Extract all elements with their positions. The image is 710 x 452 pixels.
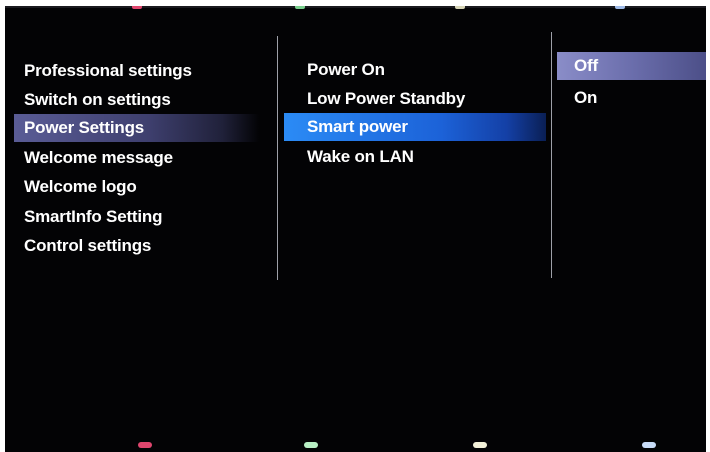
menu-item-smartinfo-setting[interactable]: SmartInfo Setting — [14, 203, 259, 231]
menu-item-welcome-message[interactable]: Welcome message — [14, 144, 259, 172]
submenu-item-power-on[interactable]: Power On — [284, 56, 546, 84]
top-edge-strip — [5, 6, 706, 8]
top-green-key-hint — [295, 6, 305, 9]
top-red-key-hint — [132, 6, 142, 9]
menu-item-label: Welcome logo — [24, 177, 137, 196]
submenu-item-low-power-standby[interactable]: Low Power Standby — [284, 85, 546, 113]
green-key-indicator — [304, 442, 318, 448]
menu-item-label: Professional settings — [24, 61, 192, 80]
column-divider-2 — [551, 32, 552, 278]
top-yellow-key-hint — [455, 6, 465, 9]
menu-item-welcome-logo[interactable]: Welcome logo — [14, 173, 259, 201]
option-label: On — [574, 88, 598, 107]
menu-item-label: SmartInfo Setting — [24, 207, 163, 226]
blue-key-indicator — [642, 442, 656, 448]
yellow-key-indicator — [473, 442, 487, 448]
option-on[interactable]: On — [557, 84, 706, 112]
submenu-item-label: Wake on LAN — [307, 147, 414, 166]
red-key-indicator — [138, 442, 152, 448]
submenu-item-wake-on-lan[interactable]: Wake on LAN — [284, 143, 546, 171]
menu-item-professional-settings[interactable]: Professional settings — [14, 57, 259, 85]
menu-item-label: Welcome message — [24, 148, 173, 167]
tv-menu-screen: Professional settings Switch on settings… — [5, 6, 706, 452]
submenu-item-label: Smart power — [307, 117, 408, 136]
menu-item-label: Power Settings — [24, 118, 145, 137]
menu-item-power-settings[interactable]: Power Settings — [14, 114, 259, 142]
submenu-item-label: Low Power Standby — [307, 89, 466, 108]
menu-item-switch-on-settings[interactable]: Switch on settings — [14, 86, 259, 114]
option-label: Off — [574, 56, 598, 75]
submenu-item-label: Power On — [307, 60, 385, 79]
option-off[interactable]: Off — [557, 52, 706, 80]
top-blue-key-hint — [615, 6, 625, 9]
submenu-item-smart-power[interactable]: Smart power — [284, 113, 546, 141]
menu-item-label: Switch on settings — [24, 90, 171, 109]
menu-item-label: Control settings — [24, 236, 152, 255]
column-divider-1 — [277, 36, 278, 280]
menu-item-control-settings[interactable]: Control settings — [14, 232, 259, 260]
